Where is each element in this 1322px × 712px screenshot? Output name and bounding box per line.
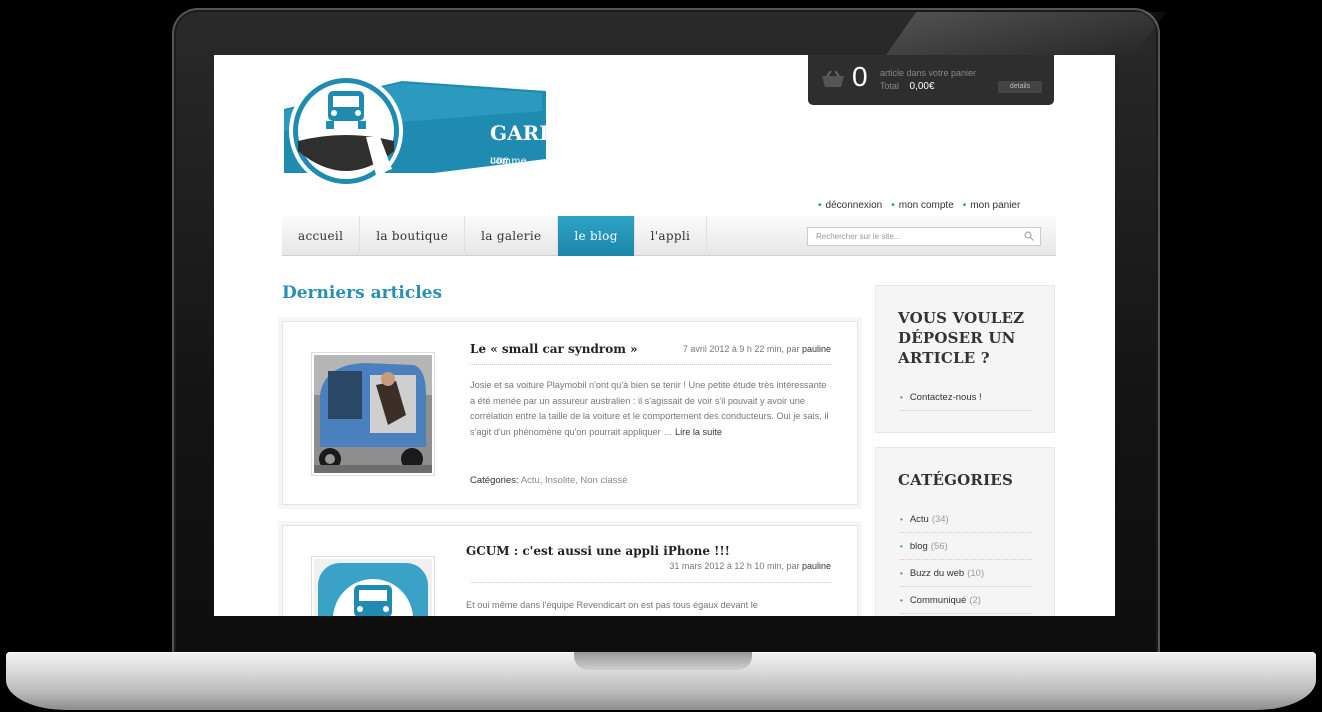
- categories-links[interactable]: Actu, Insolite, Non classé: [521, 475, 628, 486]
- article-excerpt: Et oui même dans l'équipe Revendicart on…: [466, 600, 758, 610]
- cart-description: article dans votre panier: [880, 68, 977, 78]
- article-thumbnail[interactable]: [311, 556, 435, 616]
- search-icon[interactable]: [1024, 231, 1034, 241]
- widget-links: • Contactez-nous !: [900, 384, 1032, 411]
- category-item[interactable]: • Actu (34): [900, 506, 1032, 533]
- article-author[interactable]: pauline: [802, 344, 831, 354]
- cart-total-label: Total: [880, 81, 900, 91]
- cart-count: 0: [852, 61, 868, 92]
- article-title[interactable]: GCUM : c'est aussi une appli iPhone !!!: [466, 544, 730, 558]
- account-links: • déconnexion • mon compte • mon panier: [818, 200, 1020, 211]
- site-logo[interactable]: GARÉ comme une MERDE: [284, 71, 577, 192]
- nav-home[interactable]: accueil: [282, 216, 361, 256]
- basket-icon: [822, 71, 844, 87]
- browser-screen: 0 article dans votre panier Total 0,00€ …: [214, 55, 1115, 616]
- category-item[interactable]: • blog (56): [900, 533, 1032, 560]
- logo-wordmark-bottom: une MERDE: [490, 155, 577, 192]
- category-list: • Actu (34) • blog (56) • Buzz du web (10) • Co…: [900, 506, 1032, 614]
- category-item[interactable]: • Communiqué (2): [900, 587, 1032, 614]
- cart-total-row: Total 0,00€: [880, 81, 935, 92]
- article-excerpt: Josie et sa voiture Playmobil n'ont qu'à…: [470, 380, 829, 437]
- read-more-link[interactable]: Lire la suite: [675, 427, 722, 437]
- app-icon-thumbnail: [314, 559, 432, 616]
- categories-label: Catégories:: [470, 475, 519, 486]
- small-car-photo-icon: [314, 355, 432, 473]
- my-account-link[interactable]: • mon compte: [891, 200, 954, 211]
- article-date: 31 mars 2012 à 12 h 10 min, par: [669, 561, 800, 571]
- nav-app[interactable]: l'appli: [635, 216, 708, 256]
- article-thumbnail[interactable]: [311, 352, 435, 476]
- article-meta: 31 mars 2012 à 12 h 10 min, par pauline: [669, 561, 831, 571]
- logout-link[interactable]: • déconnexion: [818, 200, 882, 211]
- article-card: GCUM : c'est aussi une appli iPhone !!! …: [282, 525, 858, 616]
- article-author[interactable]: pauline: [802, 561, 831, 571]
- nav-shop[interactable]: la boutique: [360, 216, 466, 256]
- search-placeholder: Rechercher sur le site...: [816, 232, 901, 241]
- cart-details-button[interactable]: details: [998, 81, 1042, 93]
- category-item[interactable]: • Buzz du web (10): [900, 560, 1032, 587]
- nav-blog[interactable]: le blog: [558, 216, 635, 256]
- section-title: Derniers articles: [282, 283, 443, 303]
- main-nav: accueil la boutique la galerie le blog l…: [282, 216, 1056, 256]
- article-date: 7 avril 2012 à 9 h 22 min, par: [682, 344, 800, 354]
- contact-link[interactable]: • Contactez-nous !: [900, 384, 1032, 411]
- my-cart-link[interactable]: • mon panier: [963, 200, 1021, 211]
- search-input[interactable]: Rechercher sur le site...: [807, 227, 1041, 246]
- divider: [470, 364, 831, 365]
- nav-gallery[interactable]: la galerie: [465, 216, 559, 256]
- article-title[interactable]: Le « small car syndrom »: [470, 342, 638, 356]
- cart-total-value: 0,00€: [909, 81, 935, 92]
- widget-title: VOUS VOULEZ DÉPOSER UN ARTICLE ?: [898, 309, 1025, 367]
- article-categories: Catégories: Actu, Insolite, Non classé: [470, 475, 627, 486]
- widget-title: CATÉGORIES: [898, 471, 1013, 489]
- cart-box[interactable]: 0 article dans votre panier Total 0,00€ …: [808, 55, 1054, 105]
- article-meta: 7 avril 2012 à 9 h 22 min, par pauline: [683, 344, 831, 354]
- submit-article-widget: VOUS VOULEZ DÉPOSER UN ARTICLE ? • Contac…: [875, 285, 1055, 433]
- categories-widget: CATÉGORIES • Actu (34) • blog (56) • Buzz du …: [875, 447, 1055, 616]
- article-card: Le « small car syndrom » 7 avril 2012 à …: [282, 321, 858, 505]
- divider: [470, 582, 831, 583]
- laptop-notch: [574, 652, 752, 670]
